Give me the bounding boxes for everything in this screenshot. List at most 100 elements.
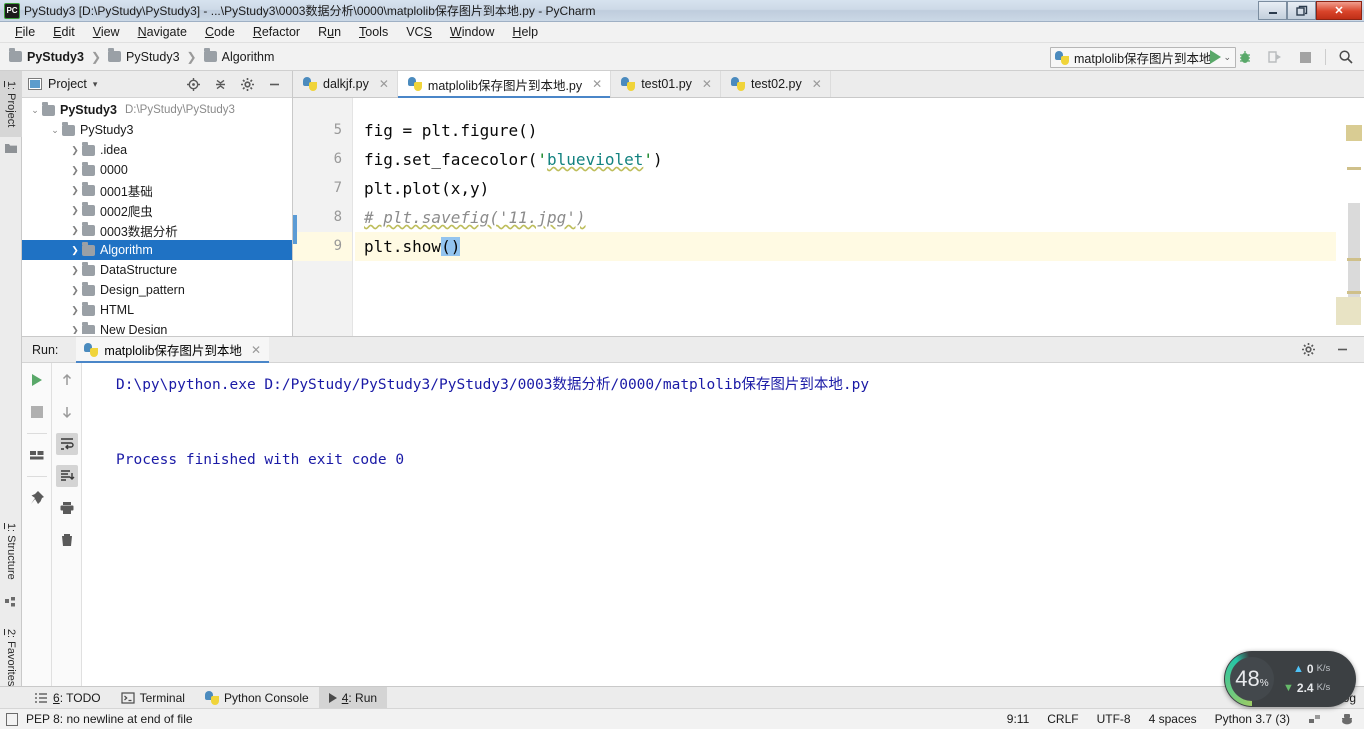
pin-icon[interactable] [26, 487, 48, 509]
code-line-5[interactable]: fig = plt.figure() [355, 116, 1336, 145]
code-lines[interactable]: fig = plt.figure() fig.set_facecolor('bl… [355, 98, 1336, 336]
restore-button[interactable] [1287, 1, 1316, 20]
line-separator[interactable]: CRLF [1047, 712, 1078, 726]
menu-window[interactable]: Window [441, 23, 503, 41]
breadcrumb-item-0[interactable]: PyStudy3 [6, 48, 87, 65]
layout-icon[interactable] [26, 444, 48, 466]
tree-node-design_pattern[interactable]: ❯ Design_pattern [22, 280, 292, 300]
tree-node-0002爬虫[interactable]: ❯ 0002爬虫 [22, 200, 292, 220]
arrow-up-icon[interactable] [56, 369, 78, 391]
run-button[interactable] [1205, 46, 1225, 68]
search-icon[interactable] [1336, 46, 1356, 68]
run-console-output[interactable]: D:\py\python.exe D:/PyStudy/PyStudy3/PyS… [82, 363, 1364, 686]
code-editor[interactable]: 5 6 7 8 9 fig = plt.figure() fig.set_fac… [293, 98, 1364, 336]
project-tree[interactable]: ⌄ PyStudy3 D:\PyStudy\PyStudy3 ⌄ PyStudy3 ❯ .i… [22, 98, 292, 334]
sidebar-item-project[interactable]: 1: Project [0, 71, 22, 137]
code-line-6[interactable]: fig.set_facecolor('blueviolet') [355, 145, 1336, 174]
bottom-item-run[interactable]: 4: Run [318, 686, 388, 709]
caret-position[interactable]: 9:11 [1007, 712, 1029, 726]
menu-view[interactable]: View [84, 23, 129, 41]
tree-node-new-design[interactable]: ❯ New Design [22, 320, 292, 334]
code-line-7[interactable]: plt.plot(x,y) [355, 174, 1336, 203]
editor-tab-matplolib保存图片到本地-py[interactable]: matplolib保存图片到本地.py ✕ [397, 71, 612, 98]
stop-button[interactable] [26, 401, 48, 423]
chevron-right-icon[interactable]: ❯ [68, 265, 82, 276]
chevron-down-icon[interactable]: ⌄ [28, 105, 42, 116]
chevron-right-icon[interactable]: ❯ [68, 165, 82, 176]
editor-tab-test02-py[interactable]: test02.py ✕ [721, 71, 831, 97]
code-line-8[interactable]: # plt.savefig('11.jpg') [355, 203, 1336, 232]
menu-navigate[interactable]: Navigate [129, 23, 196, 41]
python-interpreter[interactable]: Python 3.7 (3) [1215, 712, 1290, 726]
chevron-right-icon[interactable]: ❯ [68, 285, 82, 296]
run-tab-label: matplolib保存图片到本地 [104, 344, 242, 358]
tree-node-.idea[interactable]: ❯ .idea [22, 140, 292, 160]
printer-icon[interactable] [56, 497, 78, 519]
bottom-item-python-console[interactable]: Python Console [195, 687, 319, 709]
run-tab[interactable]: matplolib保存图片到本地 ✕ [76, 336, 269, 363]
arrow-down-icon[interactable] [56, 401, 78, 423]
vcs-branch-icon[interactable] [1308, 712, 1322, 726]
tree-node-0000[interactable]: ❯ 0000 [22, 160, 292, 180]
editor-tab-dalkjf-py[interactable]: dalkjf.py ✕ [293, 71, 398, 97]
hector-icon[interactable] [1340, 712, 1354, 726]
tree-node-pystudy3[interactable]: ⌄ PyStudy3 D:\PyStudy\PyStudy3 [22, 100, 292, 120]
chevron-down-icon[interactable]: ▾ [93, 79, 98, 90]
chevron-right-icon[interactable]: ❯ [68, 205, 82, 216]
editor-scrollbar[interactable] [1336, 125, 1364, 336]
rerun-button[interactable] [26, 369, 48, 391]
system-monitor-widget[interactable]: 48% ▲ 0 K/s ▼ 2.4 K/s [1224, 651, 1356, 707]
breadcrumb-item-1[interactable]: PyStudy3 [105, 48, 183, 65]
menu-edit[interactable]: Edit [44, 23, 84, 41]
menu-refactor[interactable]: Refactor [244, 23, 309, 41]
menu-file[interactable]: File [6, 23, 44, 41]
close-icon[interactable]: ✕ [702, 77, 712, 91]
tree-node-algorithm[interactable]: ❯ Algorithm [22, 240, 292, 260]
close-icon[interactable]: ✕ [379, 77, 389, 91]
tree-node-0001基础[interactable]: ❯ 0001基础 [22, 180, 292, 200]
file-encoding[interactable]: UTF-8 [1097, 712, 1131, 726]
chevron-down-icon[interactable]: ⌄ [48, 125, 62, 136]
menu-run[interactable]: Run [309, 23, 350, 41]
tree-node-pystudy3[interactable]: ⌄ PyStudy3 [22, 120, 292, 140]
chevron-right-icon[interactable]: ❯ [68, 145, 82, 156]
tree-node-label: HTML [100, 303, 135, 317]
chevron-right-icon[interactable]: ❯ [68, 225, 82, 236]
chevron-right-icon[interactable]: ❯ [68, 325, 82, 335]
menu-tools[interactable]: Tools [350, 23, 397, 41]
code-line-9[interactable]: plt.show() [355, 232, 1336, 261]
close-icon[interactable]: ✕ [812, 77, 822, 91]
hide-icon[interactable] [1334, 342, 1350, 358]
locate-icon[interactable] [185, 76, 201, 92]
indent-setting[interactable]: 4 spaces [1149, 712, 1197, 726]
close-button[interactable]: ✕ [1316, 1, 1362, 20]
debug-button[interactable] [1235, 46, 1255, 68]
bottom-item-todo[interactable]: 6: TODO [24, 687, 111, 709]
chevron-right-icon[interactable]: ❯ [68, 305, 82, 316]
close-icon[interactable]: ✕ [251, 343, 261, 357]
run-coverage-button[interactable] [1265, 46, 1285, 68]
hide-icon[interactable] [266, 76, 282, 92]
sidebar-item-structure[interactable]: 1: Structure [0, 511, 22, 591]
tree-node-html[interactable]: ❯ HTML [22, 300, 292, 320]
close-icon[interactable]: ✕ [592, 77, 602, 91]
chevron-right-icon[interactable]: ❯ [68, 245, 82, 256]
menu-help[interactable]: Help [503, 23, 547, 41]
breadcrumb-item-2[interactable]: Algorithm [201, 48, 278, 65]
gear-icon[interactable] [239, 76, 255, 92]
soft-wrap-icon[interactable] [55, 433, 78, 455]
collapse-all-icon[interactable] [212, 76, 228, 92]
bottom-item-terminal[interactable]: Terminal [111, 687, 195, 709]
editor-tab-test01-py[interactable]: test01.py ✕ [611, 71, 721, 97]
trash-icon[interactable] [56, 529, 78, 551]
chevron-right-icon[interactable]: ❯ [68, 185, 82, 196]
scroll-end-icon[interactable] [55, 465, 78, 487]
upload-value: 0 [1306, 662, 1314, 677]
gear-icon[interactable] [1300, 342, 1316, 358]
tree-node-0003数据分析[interactable]: ❯ 0003数据分析 [22, 220, 292, 240]
stop-button[interactable] [1295, 46, 1315, 68]
menu-code[interactable]: Code [196, 23, 244, 41]
menu-vcs[interactable]: VCS [397, 23, 441, 41]
tree-node-datastructure[interactable]: ❯ DataStructure [22, 260, 292, 280]
minimize-button[interactable] [1258, 1, 1287, 20]
